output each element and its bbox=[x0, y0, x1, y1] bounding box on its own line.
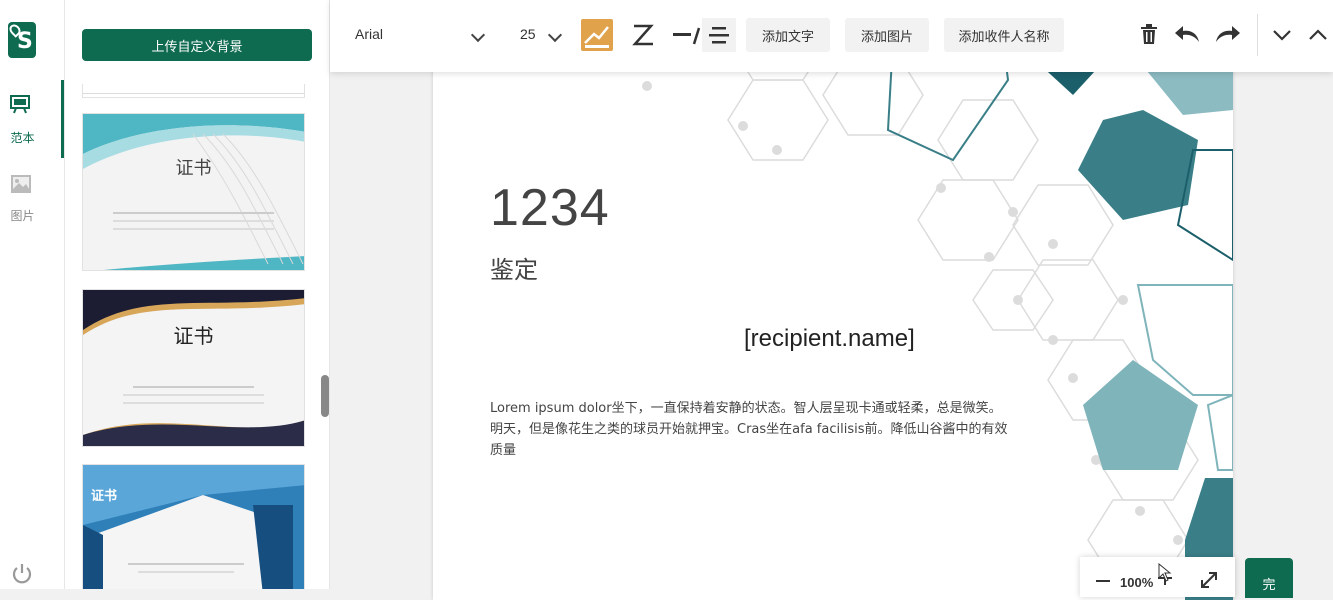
recipient-name-field[interactable]: [recipient.name] bbox=[744, 325, 915, 353]
rail-item-images[interactable]: 图片 bbox=[0, 158, 64, 236]
certificate-canvas[interactable]: 1234 鉴定 [recipient.name] Lorem ipsum dol… bbox=[433, 0, 1233, 600]
font-size-value: 25 bbox=[520, 26, 536, 42]
zoom-level: 100% bbox=[1120, 575, 1154, 590]
chevron-down-icon bbox=[470, 27, 486, 43]
chevron-up-icon[interactable] bbox=[1308, 28, 1328, 42]
template-panel: 上传自定义背景 证书 证书 证书 bbox=[65, 0, 330, 589]
certificate-body-text[interactable]: Lorem ipsum dolor坐下，一直保持着安静的状态。智人层呈现卡通或轻… bbox=[490, 398, 1010, 461]
template-thumbnail[interactable]: 证书 bbox=[82, 113, 305, 271]
rail-item-templates[interactable]: 范本 bbox=[0, 80, 64, 158]
thumbnail-background bbox=[83, 290, 304, 446]
template-thumbnail[interactable]: 证书 bbox=[82, 464, 305, 589]
rail-item-label: 图片 bbox=[10, 209, 35, 223]
font-family-select[interactable]: Arial bbox=[355, 26, 490, 46]
app-logo[interactable]: S bbox=[7, 22, 36, 58]
mouse-cursor-icon bbox=[1158, 563, 1172, 582]
thumbnail-background bbox=[83, 114, 304, 270]
undo-icon[interactable] bbox=[1175, 24, 1201, 44]
trash-icon[interactable] bbox=[1140, 24, 1158, 44]
template-board-icon bbox=[10, 95, 30, 114]
font-family-value: Arial bbox=[355, 26, 384, 42]
zoom-controls: 100% bbox=[1080, 557, 1235, 597]
add-text-button[interactable]: 添加文字 bbox=[746, 18, 830, 52]
chevron-down-icon[interactable] bbox=[1272, 28, 1292, 42]
line-spacing-icon[interactable] bbox=[670, 18, 704, 52]
add-image-button[interactable]: 添加图片 bbox=[845, 18, 929, 52]
thumbnail-title: 证书 bbox=[175, 158, 212, 179]
upload-background-button[interactable]: 上传自定义背景 bbox=[82, 29, 312, 61]
left-rail: S 范本 图片 bbox=[0, 0, 65, 589]
template-thumbnail-partial[interactable] bbox=[82, 84, 305, 98]
text-color-icon[interactable] bbox=[580, 18, 614, 52]
image-icon bbox=[11, 175, 31, 193]
rail-item-label: 范本 bbox=[10, 131, 35, 145]
panel-scrollbar[interactable] bbox=[321, 375, 329, 417]
redo-icon[interactable] bbox=[1214, 24, 1240, 44]
certificate-title[interactable]: 鉴定 bbox=[490, 250, 538, 285]
done-button[interactable]: 完 bbox=[1245, 558, 1293, 598]
font-style-icon[interactable] bbox=[626, 18, 660, 52]
editor-canvas-area: 1234 鉴定 [recipient.name] Lorem ipsum dol… bbox=[330, 0, 1333, 600]
thumbnail-title: 证书 bbox=[173, 324, 214, 348]
toolbar-divider bbox=[1257, 14, 1258, 56]
text-align-icon[interactable] bbox=[702, 18, 736, 52]
font-size-select[interactable]: 25 bbox=[520, 26, 565, 46]
template-thumbnail[interactable]: 证书 bbox=[82, 289, 305, 447]
add-recipient-name-button[interactable]: 添加收件人名称 bbox=[944, 18, 1064, 52]
thumbnail-title: 证书 bbox=[91, 489, 118, 504]
certificate-number[interactable]: 1234 bbox=[490, 178, 610, 238]
fullscreen-icon[interactable] bbox=[1200, 571, 1218, 589]
chevron-down-icon bbox=[547, 27, 563, 43]
hexagon-pattern-decoration bbox=[642, 0, 1233, 600]
zoom-out-icon[interactable] bbox=[1096, 579, 1110, 583]
editor-toolbar: Arial 25 添加文字 添加图片 添加收件人名称 bbox=[330, 0, 1333, 72]
power-icon[interactable] bbox=[11, 562, 33, 584]
